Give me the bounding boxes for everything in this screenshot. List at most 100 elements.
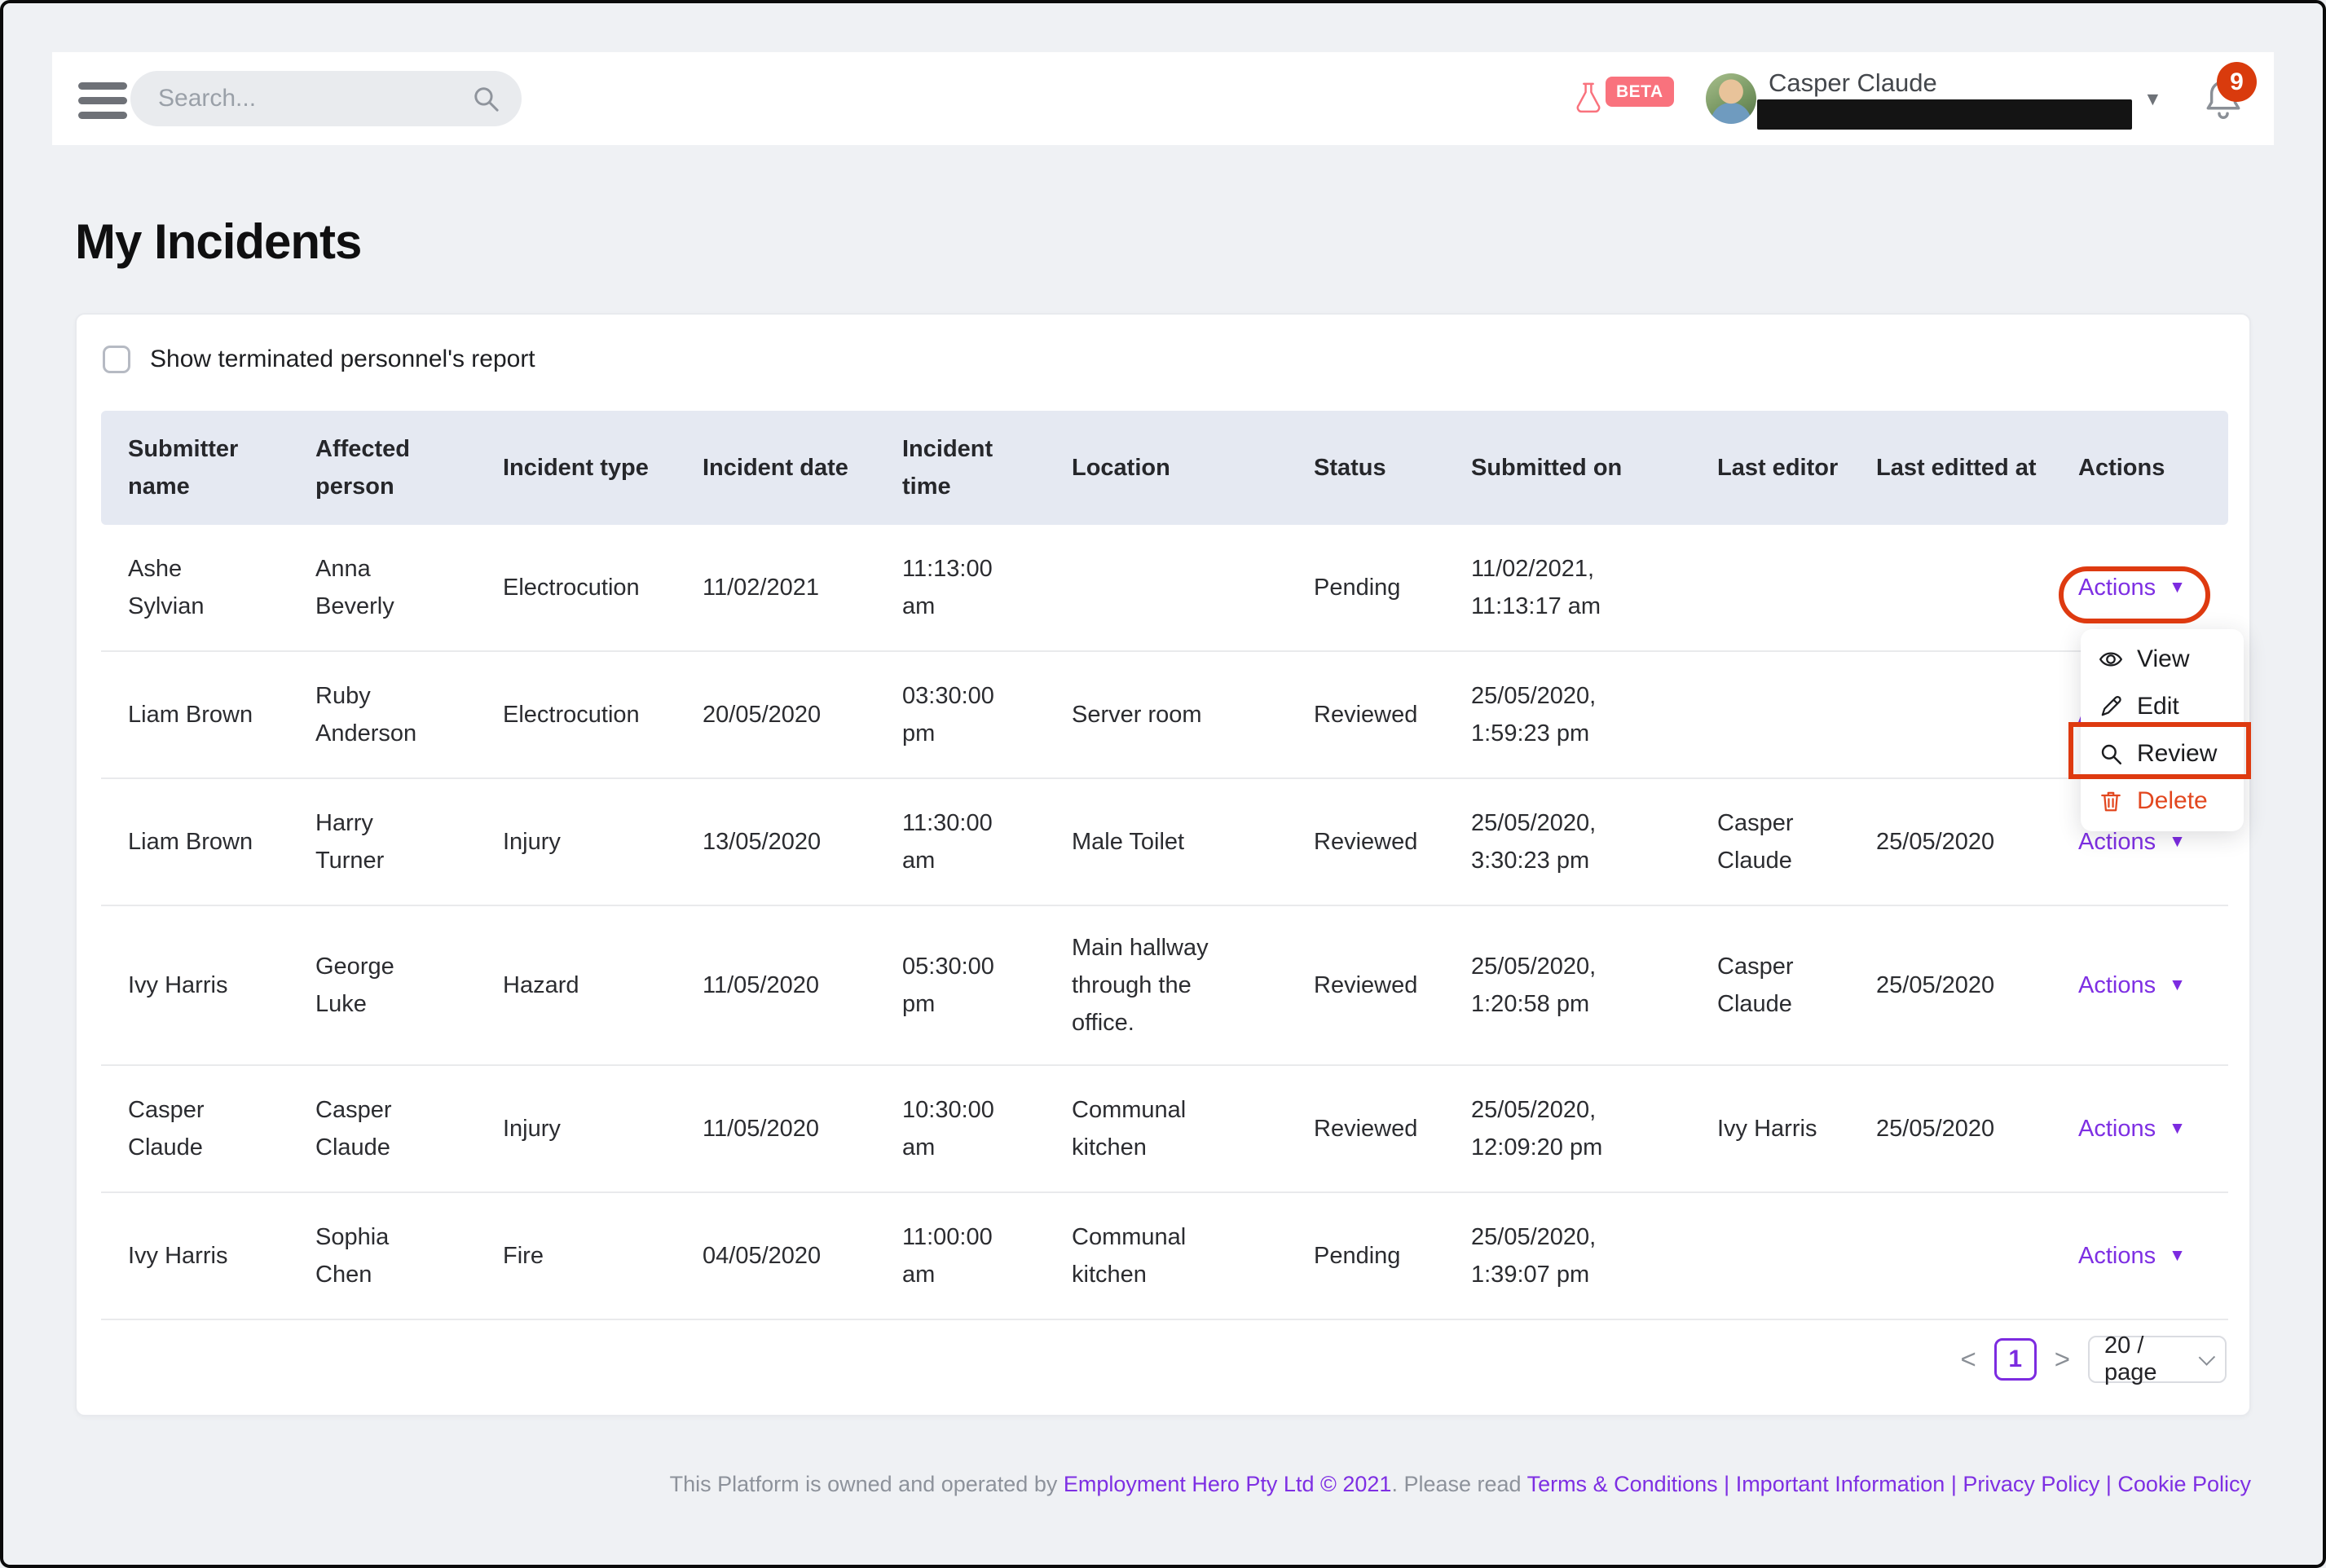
page-size-select[interactable]: 20 / page (2088, 1336, 2227, 1383)
table-cell: Pending (1287, 569, 1444, 606)
footer-separator: | (1718, 1472, 1736, 1496)
table-cell: 25/05/2020, 1:59:23 pm (1444, 677, 1690, 752)
pencil-icon (2099, 694, 2123, 719)
column-header: Status (1287, 449, 1444, 487)
user-avatar[interactable] (1706, 73, 1756, 124)
footer-link[interactable]: Employment Hero Pty Ltd © 2021 (1064, 1472, 1392, 1496)
eye-icon (2099, 647, 2123, 672)
table-cell: Main hallway through the office. (1045, 929, 1287, 1042)
table-cell: Injury (476, 1110, 676, 1147)
row-actions-button[interactable]: Actions▼ (2078, 569, 2186, 606)
footer-text: . Please read (1391, 1472, 1526, 1496)
table-cell: Server room (1045, 696, 1287, 733)
caret-down-icon: ▼ (2169, 1237, 2186, 1275)
pagination-prev-button[interactable]: < (1955, 1344, 1980, 1375)
table-cell: 11/05/2020 (676, 1110, 875, 1147)
table-cell: Fire (476, 1237, 676, 1275)
table-cell: Ivy Harris (101, 1237, 289, 1275)
actions-cell: Actions▼ (2051, 569, 2228, 606)
beta-badge: BETA (1606, 77, 1674, 107)
table-row: Ashe SylvianAnna BeverlyElectrocution11/… (101, 525, 2228, 652)
top-bar: BETA Casper Claude ▼ 9 (52, 52, 2274, 145)
menu-item-edit[interactable]: Edit (2081, 683, 2244, 730)
hamburger-menu-icon[interactable] (78, 82, 127, 115)
actions-cell: Actions▼ (2051, 1237, 2228, 1275)
row-actions-button[interactable]: Actions▼ (2078, 967, 2186, 1004)
column-header: Location (1045, 449, 1287, 487)
notification-count-badge: 9 (2217, 62, 2257, 102)
caret-down-icon: ▼ (2169, 1110, 2186, 1147)
user-menu-caret-icon[interactable]: ▼ (2143, 88, 2162, 110)
table-cell: Reviewed (1287, 696, 1444, 733)
table-cell: Casper Claude (289, 1091, 476, 1166)
table-cell: Reviewed (1287, 823, 1444, 861)
show-terminated-label: Show terminated personnel's report (150, 346, 535, 373)
footer: This Platform is owned and operated by E… (75, 1472, 2251, 1497)
column-header: Submitter name (101, 430, 289, 505)
menu-item-view[interactable]: View (2081, 636, 2244, 683)
table-cell: Casper Claude (1690, 804, 1849, 879)
table-cell: Ashe Sylvian (101, 550, 289, 625)
page-title: My Incidents (75, 214, 361, 270)
table-cell: Reviewed (1287, 967, 1444, 1004)
page-size-value: 20 / page (2104, 1332, 2199, 1386)
show-terminated-checkbox[interactable] (103, 346, 130, 373)
search-bar[interactable] (130, 71, 522, 126)
column-header: Incident date (676, 449, 875, 487)
actions-cell: Actions▼ (2051, 1110, 2228, 1147)
beta-flask-icon (1575, 81, 1602, 116)
footer-link[interactable]: Cookie Policy (2117, 1472, 2251, 1496)
table-row: Liam BrownRuby AndersonElectrocution20/0… (101, 652, 2228, 779)
row-actions-button[interactable]: Actions▼ (2078, 1110, 2186, 1147)
table-cell: 11/02/2021 (676, 569, 875, 606)
table-cell: 25/05/2020, 12:09:20 pm (1444, 1091, 1690, 1166)
menu-item-delete[interactable]: Delete (2081, 777, 2244, 825)
table-row: Liam BrownHarry TurnerInjury13/05/202011… (101, 779, 2228, 906)
column-header: Submitted on (1444, 449, 1690, 487)
footer-link[interactable]: Terms & Conditions (1527, 1472, 1718, 1496)
caret-down-icon: ▼ (2169, 569, 2186, 606)
table-row: Casper ClaudeCasper ClaudeInjury11/05/20… (101, 1066, 2228, 1193)
table-cell: Communal kitchen (1045, 1218, 1287, 1293)
table-cell: George Luke (289, 948, 476, 1023)
pagination-next-button[interactable]: > (2050, 1344, 2075, 1375)
table-cell: 05:30:00 pm (875, 948, 1045, 1023)
table-cell: Ivy Harris (101, 967, 289, 1004)
table-cell: Male Toilet (1045, 823, 1287, 861)
table-cell: Casper Claude (1690, 948, 1849, 1023)
search-input[interactable] (158, 71, 468, 126)
pagination-page-1[interactable]: 1 (1994, 1338, 2037, 1381)
table-row: Ivy HarrisSophia ChenFire04/05/202011:00… (101, 1193, 2228, 1320)
footer-text: This Platform is owned and operated by (670, 1472, 1064, 1496)
incidents-card: Show terminated personnel's report Submi… (75, 313, 2251, 1416)
table-cell: Sophia Chen (289, 1218, 476, 1293)
table-cell: Anna Beverly (289, 550, 476, 625)
footer-separator: | (2099, 1472, 2117, 1496)
table-cell: Liam Brown (101, 823, 289, 861)
table-cell: 25/05/2020, 3:30:23 pm (1444, 804, 1690, 879)
table-cell: 11/05/2020 (676, 967, 875, 1004)
incidents-table: Submitter nameAffected personIncident ty… (101, 411, 2228, 1320)
table-cell: 25/05/2020 (1849, 967, 2051, 1004)
footer-link[interactable]: Privacy Policy (1963, 1472, 2099, 1496)
table-cell: 13/05/2020 (676, 823, 875, 861)
table-cell: 10:30:00 am (875, 1091, 1045, 1166)
table-cell: Hazard (476, 967, 676, 1004)
table-cell: Casper Claude (101, 1091, 289, 1166)
table-cell: 11:30:00 am (875, 804, 1045, 879)
menu-item-review[interactable]: Review (2081, 730, 2244, 777)
table-cell: 03:30:00 pm (875, 677, 1045, 752)
magnifier-icon (2099, 742, 2123, 766)
column-header: Last editted at (1849, 449, 2051, 487)
table-cell: Electrocution (476, 569, 676, 606)
footer-link[interactable]: Important Information (1736, 1472, 1945, 1496)
row-actions-button[interactable]: Actions▼ (2078, 1237, 2186, 1275)
table-cell: Ivy Harris (1690, 1110, 1849, 1147)
table-cell: 04/05/2020 (676, 1237, 875, 1275)
redaction-bar (1757, 99, 2132, 130)
column-header: Actions (2051, 449, 2228, 487)
table-cell: 25/05/2020, 1:20:58 pm (1444, 948, 1690, 1023)
column-header: Incident time (875, 430, 1045, 505)
column-header: Incident type (476, 449, 676, 487)
table-cell: Electrocution (476, 696, 676, 733)
